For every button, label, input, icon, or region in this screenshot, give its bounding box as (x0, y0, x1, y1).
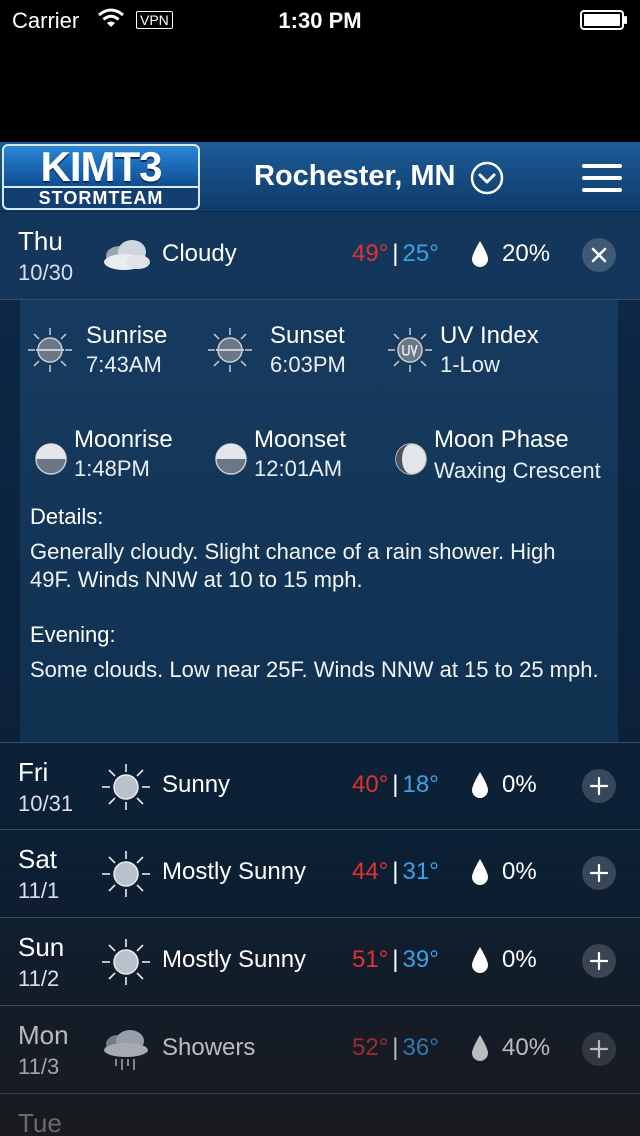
expand-plus-button[interactable] (582, 769, 616, 803)
sunny-icon (100, 938, 152, 986)
day-date: 10/31 (18, 791, 74, 816)
high-temp: 52° (352, 1034, 389, 1061)
raindrop-icon (470, 1034, 490, 1062)
expand-plus-button[interactable] (582, 856, 616, 890)
condition-text: Showers (162, 1034, 256, 1061)
day-detail-panel: Sunrise 7:43AM Sunset 6:03PM UV Index 1-… (20, 300, 618, 742)
forecast-row-sat[interactable]: Sat 11/1 Mostly Sunny 44° | 31° 0% (0, 830, 640, 918)
raindrop-icon (470, 858, 490, 886)
day-date: 11/1 (18, 878, 60, 903)
details-heading: Details: (30, 504, 104, 529)
collapse-close-button[interactable] (582, 238, 616, 272)
high-temp: 49° (352, 240, 389, 267)
uv-index-stat: UV Index 1-Low (386, 322, 606, 382)
sunny-icon (100, 850, 152, 898)
day-name: Sat (18, 844, 58, 874)
high-temp: 40° (352, 771, 389, 798)
details-text: Generally cloudy. Slight chance of a rai… (30, 539, 556, 592)
condition-text: Cloudy (162, 240, 237, 267)
app: Carrier VPN 1:30 PM KIMT3 STORMTEAM Roch… (0, 0, 640, 1136)
raindrop-icon (470, 240, 490, 268)
low-temp: 39° (402, 946, 439, 973)
uv-index-value: 1-Low (440, 352, 500, 377)
moonrise-stat: Moonrise 1:48PM (34, 426, 214, 488)
sunrise-stat: Sunrise 7:43AM (26, 322, 206, 382)
location-selector[interactable]: Rochester, MN (254, 160, 455, 193)
forecast-row-thu[interactable]: Thu 10/30 Cloudy 49° | 25° 20% (0, 212, 640, 300)
hamburger-menu-icon[interactable] (582, 164, 622, 194)
sunset-label: Sunset (270, 322, 345, 349)
day-name: Thu (18, 226, 63, 256)
evening-text: Some clouds. Low near 25F. Winds NNW at … (30, 657, 599, 682)
low-temp: 36° (402, 1034, 439, 1061)
battery-icon (580, 10, 628, 30)
forecast-row-fri[interactable]: Fri 10/31 Sunny 40° | 18° 0% (0, 742, 640, 830)
raindrop-icon (470, 771, 490, 799)
moon-phase-stat: Moon Phase Waxing Crescent (394, 426, 618, 488)
forecast-row-mon[interactable]: Mon 11/3 Showers 52° | 36° 40% (0, 1006, 640, 1094)
condition-text: Mostly Sunny (162, 946, 307, 973)
forecast-row-sun[interactable]: Sun 11/2 Mostly Sunny 51° | 39° 0% (0, 918, 640, 1006)
day-date: 10/30 (18, 260, 74, 285)
moonrise-icon (35, 443, 67, 475)
cloudy-icon (100, 232, 152, 280)
evening-heading: Evening: (30, 622, 116, 647)
expand-plus-button[interactable] (582, 944, 616, 978)
precip-chance: 0% (502, 858, 537, 885)
sunrise-label: Sunrise (86, 322, 168, 349)
high-temp: 51° (352, 946, 389, 973)
moonset-icon (215, 443, 247, 475)
day-name: Mon (18, 1020, 69, 1050)
precip-chance: 20% (502, 240, 551, 267)
temperature-range: 51° | 39° (352, 946, 439, 973)
waxing-crescent-moon-icon (395, 443, 427, 475)
high-temp: 44° (352, 858, 389, 885)
day-date: 11/3 (18, 1054, 60, 1079)
sunset-icon (208, 328, 252, 372)
raindrop-icon (470, 946, 490, 974)
logo-top-text: KIMT3 (40, 143, 163, 190)
kimt3-stormteam-logo: KIMT3 STORMTEAM (2, 144, 200, 210)
sunny-icon (100, 763, 152, 811)
low-temp: 31° (402, 858, 439, 885)
day-name: Tue (18, 1108, 62, 1136)
showers-icon (100, 1026, 152, 1074)
uv-index-icon (388, 328, 432, 372)
sunset-stat: Sunset 6:03PM (206, 322, 386, 382)
uv-index-label: UV Index (440, 322, 539, 349)
moonrise-label: Moonrise (74, 426, 173, 453)
moon-phase-label: Moon Phase (434, 426, 569, 453)
app-header: KIMT3 STORMTEAM Rochester, MN (0, 142, 640, 212)
forecast-list: Thu 10/30 Cloudy 49° | 25° 20% Sunrise 7… (0, 212, 640, 1136)
day-name: Fri (18, 757, 49, 787)
moon-phase-value: Waxing Crescent (434, 458, 601, 483)
day-name: Sun (18, 932, 65, 962)
temperature-range: 52° | 36° (352, 1034, 439, 1061)
moonrise-value: 1:48PM (74, 456, 150, 481)
moonset-value: 12:01AM (254, 456, 343, 481)
precip-chance: 40% (502, 1034, 551, 1061)
condition-text: Mostly Sunny (162, 858, 307, 885)
temperature-range: 49° | 25° (352, 240, 439, 267)
status-bar: Carrier VPN 1:30 PM (0, 0, 640, 40)
logo-bottom-text: STORMTEAM (38, 188, 164, 208)
day-date: 11/2 (18, 966, 60, 991)
status-time: 1:30 PM (278, 8, 362, 33)
sunset-value: 6:03PM (270, 352, 346, 377)
precip-chance: 0% (502, 771, 537, 798)
forecast-row-tue[interactable]: Tue (0, 1094, 640, 1136)
low-temp: 18° (402, 771, 439, 798)
expand-plus-button[interactable] (582, 1032, 616, 1066)
moonset-stat: Moonset 12:01AM (214, 426, 394, 488)
low-temp: 25° (402, 240, 439, 267)
moonset-label: Moonset (254, 426, 347, 453)
precip-chance: 0% (502, 946, 537, 973)
condition-text: Sunny (162, 771, 231, 798)
temperature-range: 40° | 18° (352, 771, 439, 798)
temperature-range: 44° | 31° (352, 858, 439, 885)
sunrise-value: 7:43AM (86, 352, 162, 377)
sunrise-icon (28, 328, 72, 372)
chevron-down-circle-icon[interactable] (470, 161, 504, 195)
